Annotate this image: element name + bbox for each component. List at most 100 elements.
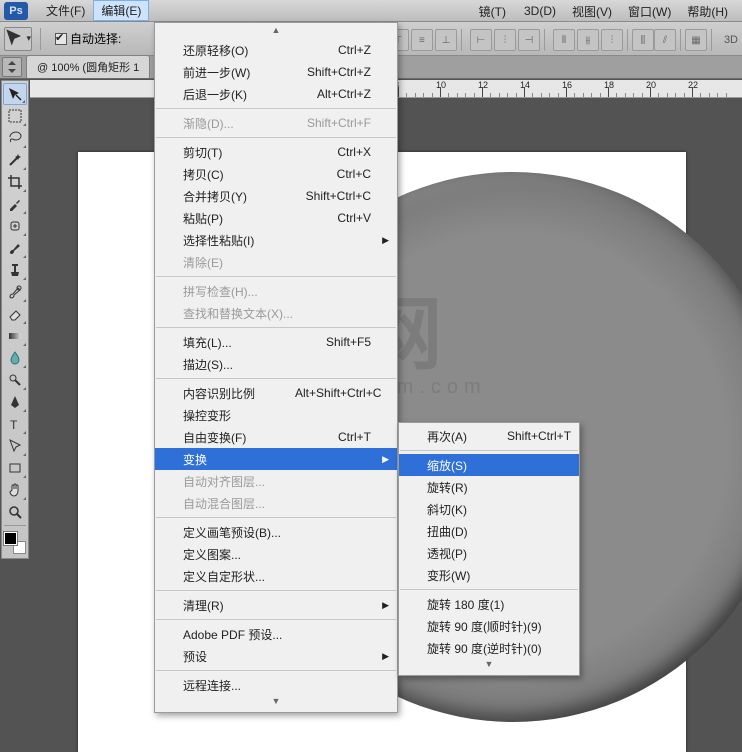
menu-item-label: 拷贝(C) <box>183 166 224 183</box>
color-swatches[interactable] <box>4 532 26 554</box>
ruler-number: 12 <box>478 80 488 90</box>
edit-menu-item[interactable]: 清理(R)▶ <box>155 594 397 616</box>
tool-preset-picker[interactable]: ▾ <box>4 27 32 51</box>
edit-menu-item: 清除(E) <box>155 251 397 273</box>
edit-menu-item[interactable]: 选择性粘贴(I)▶ <box>155 229 397 251</box>
edit-menu-item[interactable]: 前进一步(W)Shift+Ctrl+Z <box>155 61 397 83</box>
menu-filter-tail[interactable]: 镜(T) <box>469 1 516 22</box>
blur-tool[interactable] <box>3 347 27 369</box>
menu-window[interactable]: 窗口(W) <box>620 1 679 22</box>
document-tab[interactable]: @ 100% (圆角矩形 1 <box>26 55 150 78</box>
threed-mode-label[interactable]: 3D <box>724 34 738 46</box>
menu-item-label: 旋转(R) <box>427 479 468 496</box>
edit-menu-item[interactable]: 定义图案... <box>155 543 397 565</box>
transform-menu-item[interactable]: 旋转 90 度(顺时针)(9) <box>399 615 579 637</box>
edit-menu-item[interactable]: 剪切(T)Ctrl+X <box>155 141 397 163</box>
edit-menu-item[interactable]: 自由变换(F)Ctrl+T <box>155 426 397 448</box>
submenu-scroll-down[interactable]: ▼ <box>399 659 579 673</box>
edit-menu-item[interactable]: 填充(L)...Shift+F5 <box>155 331 397 353</box>
transform-menu-item[interactable]: 旋转(R) <box>399 476 579 498</box>
menu-scroll-down[interactable]: ▼ <box>155 696 397 710</box>
dodge-tool[interactable] <box>3 369 27 391</box>
path-selection-tool[interactable] <box>3 435 27 457</box>
edit-menu-item: 拼写检查(H)... <box>155 280 397 302</box>
transform-menu-item[interactable]: 变形(W) <box>399 564 579 586</box>
marquee-tool[interactable] <box>3 105 27 127</box>
menu-view[interactable]: 视图(V) <box>564 1 620 22</box>
pen-tool[interactable] <box>3 391 27 413</box>
dist-top-button[interactable]: ⫴ <box>553 29 575 51</box>
edit-menu-item: 查找和替换文本(X)... <box>155 302 397 324</box>
edit-menu-item[interactable]: 远程连接... <box>155 674 397 696</box>
submenu-arrow-icon: ▶ <box>382 235 389 246</box>
dist-l-icon: ⫼ <box>641 35 646 46</box>
scroll-toggle-button[interactable] <box>2 57 22 77</box>
rectangle-tool[interactable] <box>3 457 27 479</box>
ruler-number: 18 <box>604 80 614 90</box>
align-hcenter-icon: ⫶ <box>504 35 507 46</box>
align-right-button[interactable]: ⊣ <box>518 29 540 51</box>
menu-item-label: 预设 <box>183 648 207 665</box>
edit-menu-item[interactable]: 预设▶ <box>155 645 397 667</box>
menu-file[interactable]: 文件(F) <box>38 0 93 21</box>
edit-menu-item[interactable]: 合并拷贝(Y)Shift+Ctrl+C <box>155 185 397 207</box>
edit-menu-item[interactable]: 还原轻移(O)Ctrl+Z <box>155 39 397 61</box>
transform-menu-item[interactable]: 再次(A)Shift+Ctrl+T <box>399 425 579 447</box>
transform-menu-item[interactable]: 扭曲(D) <box>399 520 579 542</box>
menu-item-label: 后退一步(K) <box>183 86 247 103</box>
menu-item-label: 变形(W) <box>427 567 470 584</box>
edit-menu-item[interactable]: 拷贝(C) Ctrl+C <box>155 163 397 185</box>
auto-align-button[interactable]: ▦ <box>685 29 707 51</box>
dist-left-button[interactable]: ⫼ <box>632 29 654 51</box>
edit-menu-item[interactable]: 操控变形 <box>155 404 397 426</box>
brush-tool[interactable] <box>3 237 27 259</box>
menu-item-label: 自动对齐图层... <box>183 473 265 490</box>
dist-hc-button[interactable]: ⫽ <box>654 29 676 51</box>
move-tool[interactable] <box>3 83 27 105</box>
menu-shortcut: Ctrl+C <box>337 167 371 181</box>
transform-menu-item[interactable]: 透视(P) <box>399 542 579 564</box>
transform-menu-item[interactable]: 斜切(K) <box>399 498 579 520</box>
transform-menu-item[interactable]: 缩放(S) <box>399 454 579 476</box>
align-left-button[interactable]: ⊢ <box>470 29 492 51</box>
history-brush-tool[interactable] <box>3 281 27 303</box>
edit-menu-item[interactable]: 粘贴(P)Ctrl+V <box>155 207 397 229</box>
edit-menu-item[interactable]: Adobe PDF 预设... <box>155 623 397 645</box>
menu-item-label: 描边(S)... <box>183 356 233 373</box>
foreground-color-swatch[interactable] <box>4 532 17 545</box>
menu-item-label: 前进一步(W) <box>183 64 250 81</box>
eyedropper-tool[interactable] <box>3 193 27 215</box>
edit-menu-item[interactable]: 变换▶ <box>155 448 397 470</box>
menu-item-label: 自动混合图层... <box>183 495 265 512</box>
edit-menu-item[interactable]: 内容识别比例Alt+Shift+Ctrl+C <box>155 382 397 404</box>
menu-help[interactable]: 帮助(H) <box>679 1 736 22</box>
zoom-tool[interactable] <box>3 501 27 523</box>
distribute-group: ⫴ ⫵ ⫶ <box>553 29 623 51</box>
edit-menu-item[interactable]: 后退一步(K)Alt+Ctrl+Z <box>155 83 397 105</box>
gradient-tool[interactable] <box>3 325 27 347</box>
menu-shortcut: Ctrl+Z <box>338 43 371 57</box>
transform-menu-item[interactable]: 旋转 180 度(1) <box>399 593 579 615</box>
auto-select-checkbox[interactable]: 自动选择: <box>55 30 121 47</box>
dist-vcenter-button[interactable]: ⫵ <box>577 29 599 51</box>
menu-edit[interactable]: 编辑(E) <box>93 0 149 21</box>
menu-shortcut: Ctrl+X <box>337 145 371 159</box>
align-hcenter-button[interactable]: ⫶ <box>494 29 516 51</box>
edit-menu-item[interactable]: 描边(S)... <box>155 353 397 375</box>
type-tool[interactable]: T <box>3 413 27 435</box>
edit-menu-item[interactable]: 定义画笔预设(B)... <box>155 521 397 543</box>
healing-brush-tool[interactable] <box>3 215 27 237</box>
align-bottom-button[interactable]: ⊥ <box>435 29 457 51</box>
menu-item-label: 粘贴(P) <box>183 210 223 227</box>
dist-bottom-button[interactable]: ⫶ <box>601 29 623 51</box>
lasso-tool[interactable] <box>3 127 27 149</box>
eraser-tool[interactable] <box>3 303 27 325</box>
menu-3d[interactable]: 3D(D) <box>516 2 564 20</box>
edit-menu-item[interactable]: 定义自定形状... <box>155 565 397 587</box>
crop-tool[interactable] <box>3 171 27 193</box>
align-vcenter-button[interactable]: ≡ <box>411 29 433 51</box>
menu-scroll-up[interactable]: ▲ <box>155 25 397 39</box>
clone-stamp-tool[interactable] <box>3 259 27 281</box>
magic-wand-tool[interactable] <box>3 149 27 171</box>
hand-tool[interactable] <box>3 479 27 501</box>
